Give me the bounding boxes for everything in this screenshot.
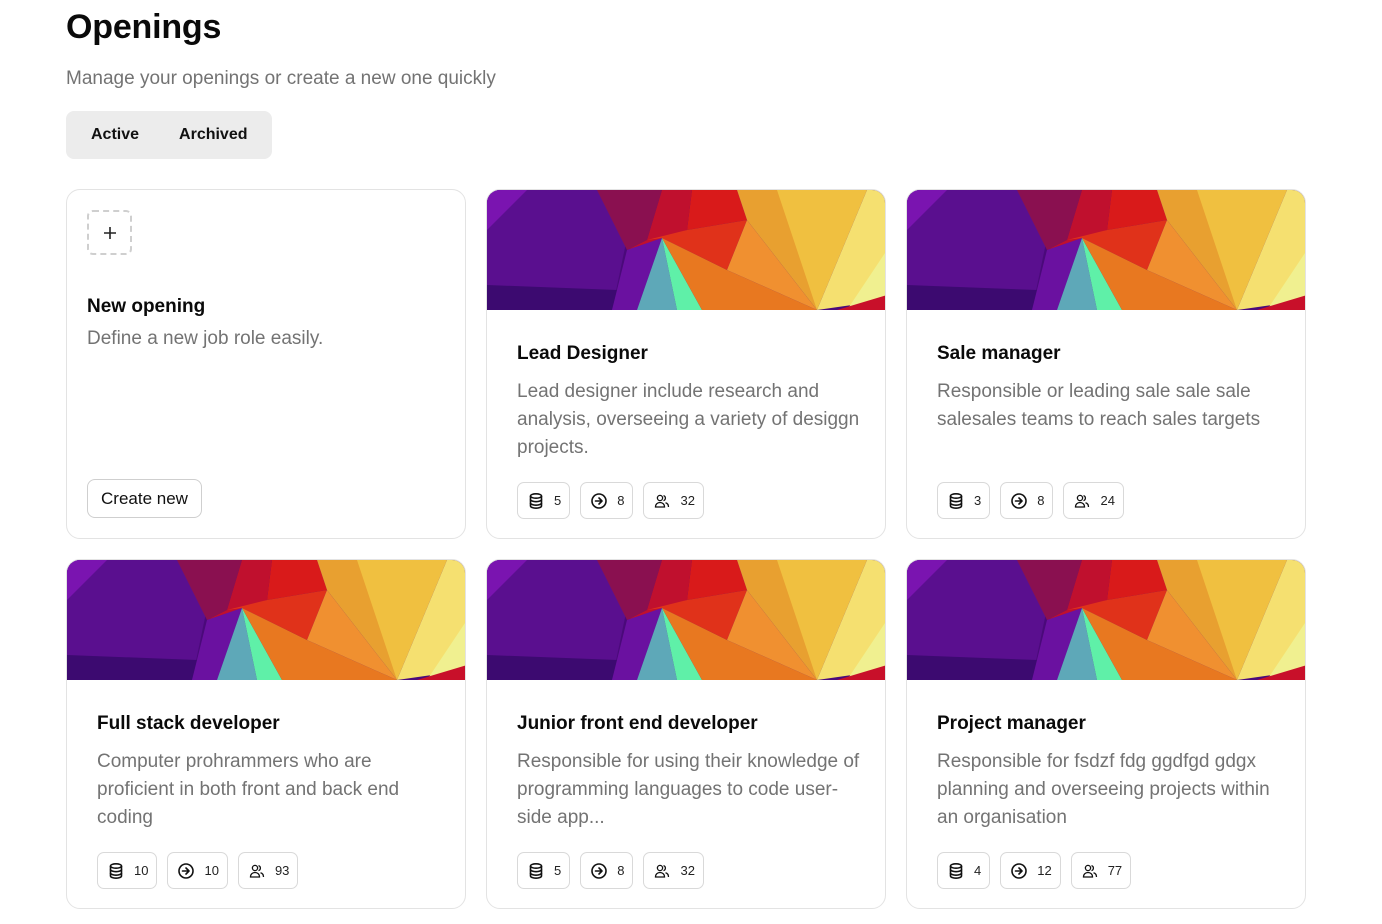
opening-card[interactable]: Junior front end developer Responsible f… [486,559,886,909]
users-icon [249,863,265,879]
stat-badge: 5 [517,852,571,889]
stat-badge: 8 [1000,482,1054,519]
users-icon [654,863,670,879]
database-icon [528,492,544,509]
opening-stats: 4 12 77 [937,852,1132,889]
database-icon [108,862,124,879]
stat-badge: 32 [643,852,704,889]
stat-value: 4 [974,863,982,878]
arrow-right-circle-icon [591,862,608,879]
stat-badge: 32 [643,482,704,519]
stat-value: 32 [680,863,695,878]
new-opening-card[interactable]: New opening Define a new job role easily… [66,189,466,539]
opening-stats: 10 10 93 [97,852,299,889]
stat-badge: 77 [1070,852,1132,889]
opening-description: Responsible or leading sale sale sale sa… [937,381,1261,430]
new-opening-description: Define a new job role easily. [87,328,324,349]
stat-value: 8 [617,863,625,878]
stat-value: 12 [1037,863,1052,878]
users-icon [1082,863,1098,879]
card-banner-image [487,560,885,680]
opening-title[interactable]: Full stack developer [97,713,280,735]
opening-description: Responsible for using their knowledge of… [517,751,860,828]
plus-icon[interactable] [87,210,132,255]
opening-card[interactable]: Sale manager Responsible or leading sale… [906,189,1306,539]
arrow-right-circle-icon [591,492,608,509]
opening-title[interactable]: Sale manager [937,343,1061,365]
arrow-right-circle-icon [178,862,195,879]
stat-value: 5 [554,493,562,508]
users-icon [654,493,670,509]
tab-active[interactable]: Active [76,120,154,150]
page-subtitle: Manage your openings or create a new one… [66,68,496,89]
openings-tabs: Active Archived [66,111,272,159]
database-icon [528,862,544,879]
stat-badge: 8 [580,852,634,889]
stat-badge: 3 [937,482,991,519]
card-banner-image [67,560,465,680]
stat-value: 24 [1100,493,1115,508]
stat-value: 8 [617,493,625,508]
stat-value: 32 [680,493,695,508]
create-new-button[interactable]: Create new [87,479,202,518]
stat-badge: 93 [237,852,299,889]
stat-badge: 10 [167,852,228,889]
stat-badge: 10 [97,852,158,889]
stat-value: 93 [274,863,290,878]
database-icon [948,492,964,509]
stat-value: 5 [554,863,562,878]
stat-badge: 4 [937,852,991,889]
database-icon [948,862,964,879]
opening-stats: 3 8 24 [937,482,1124,519]
new-opening-title: New opening [87,296,206,317]
card-banner-image [487,190,885,310]
arrow-right-circle-icon [1011,862,1028,879]
arrow-right-circle-icon [1011,492,1028,509]
opening-stats: 5 8 32 [517,482,704,519]
card-banner-image [907,190,1305,310]
users-icon [1074,493,1090,509]
tab-archived[interactable]: Archived [164,120,262,150]
opening-description: Computer prohrammers who are proficient … [97,751,400,828]
opening-title[interactable]: Project manager [937,713,1086,735]
opening-title[interactable]: Lead Designer [517,343,648,365]
opening-stats: 5 8 32 [517,852,704,889]
stat-value: 8 [1037,493,1045,508]
opening-card[interactable]: Full stack developer Computer prohrammer… [66,559,466,909]
stat-value: 77 [1107,863,1123,878]
stat-badge: 12 [1000,852,1061,889]
stat-value: 3 [974,493,982,508]
page-title: Openings [66,8,222,46]
opening-card[interactable]: Lead Designer Lead designer include rese… [486,189,886,539]
card-banner-image [907,560,1305,680]
opening-title[interactable]: Junior front end developer [517,713,758,735]
opening-description: Lead designer include research and analy… [517,381,860,458]
stat-badge: 24 [1063,482,1124,519]
stat-value: 10 [204,863,219,878]
stat-badge: 5 [517,482,571,519]
stat-value: 10 [134,863,149,878]
opening-card[interactable]: Project manager Responsible for fsdzf fd… [906,559,1306,909]
stat-badge: 8 [580,482,634,519]
opening-description: Responsible for fsdzf fdg ggdfgd gdgx pl… [937,751,1270,828]
